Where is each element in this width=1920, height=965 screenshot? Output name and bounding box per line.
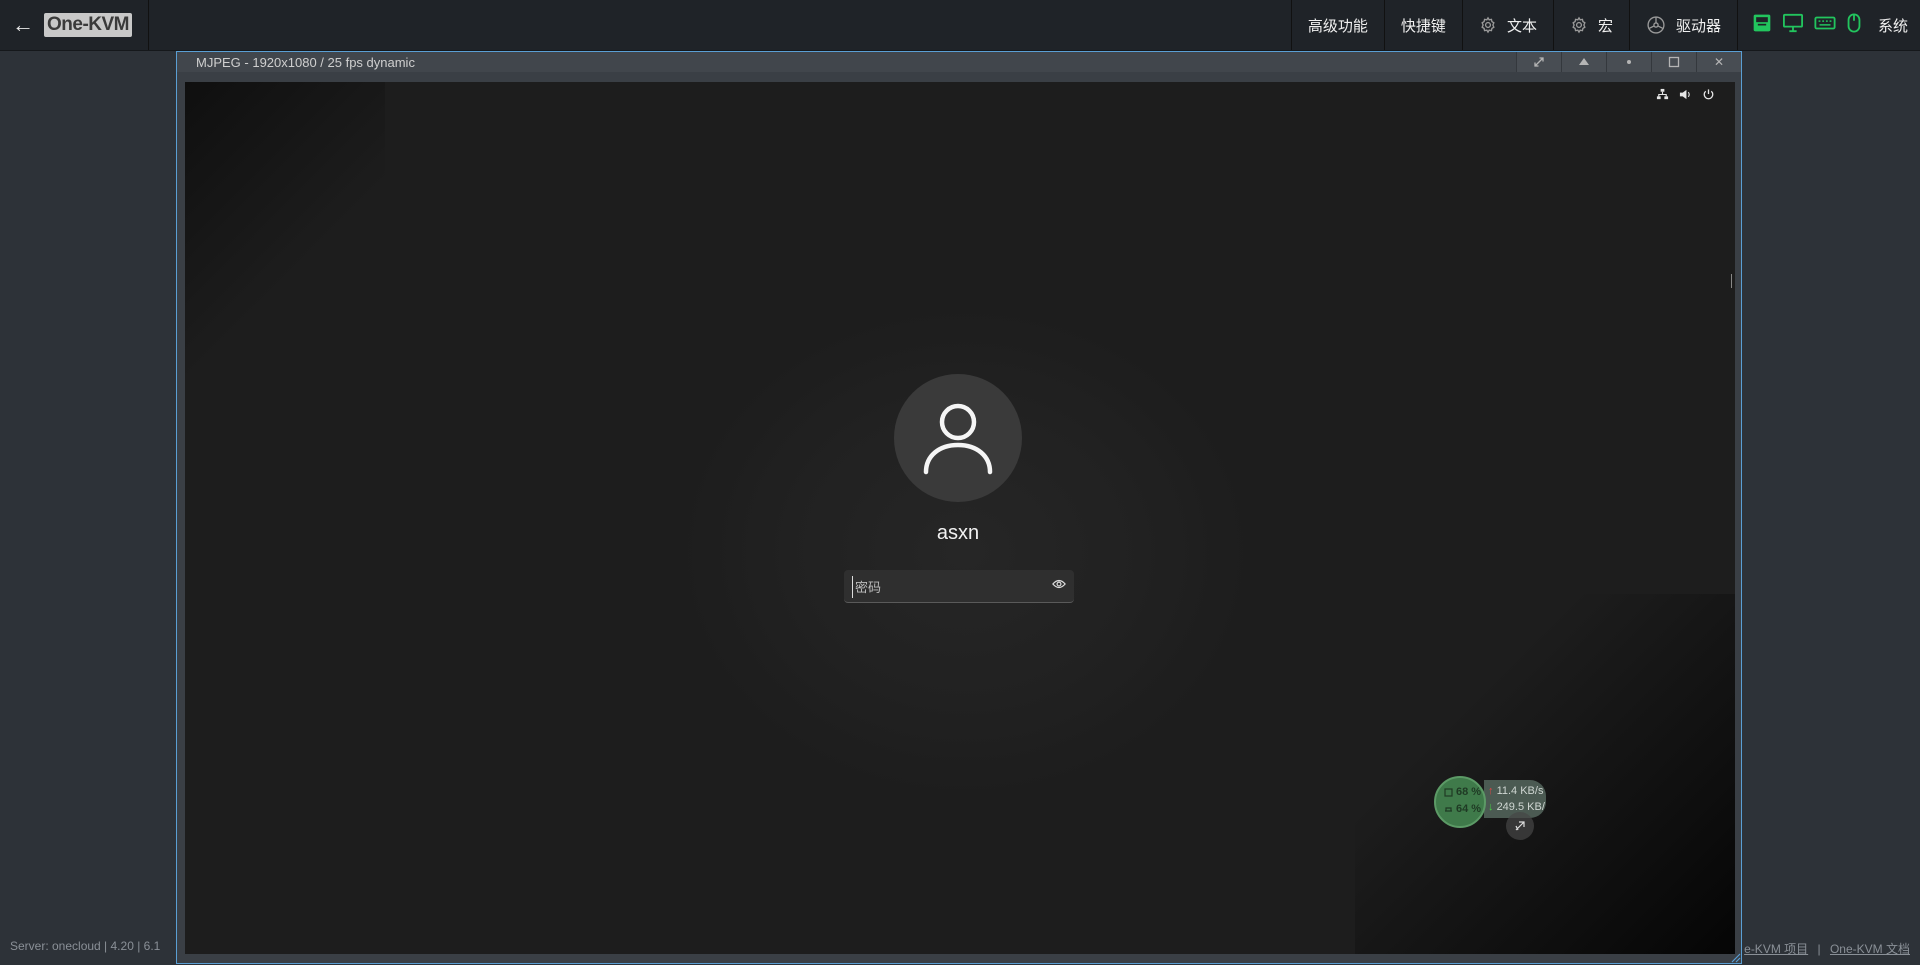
volume-icon[interactable]	[1679, 88, 1692, 106]
login-tray	[1656, 88, 1715, 106]
memory-usage: 64 %	[1456, 803, 1482, 815]
drive-icon	[1646, 15, 1666, 35]
power-icon[interactable]	[1702, 88, 1715, 106]
docs-link[interactable]: One-KVM 文档	[1830, 942, 1910, 956]
keyboard-icon	[1814, 14, 1836, 37]
back-arrow-icon[interactable]: ←	[12, 12, 34, 38]
upload-speed: 11.4 KB/s	[1496, 785, 1544, 797]
macro-label: 宏	[1597, 17, 1613, 35]
ethernet-icon	[1752, 13, 1772, 38]
reveal-password-icon[interactable]	[1052, 578, 1066, 590]
top-navbar: ← One-KVM 高级功能 快捷键 文本 宏 驱动器 系统	[0, 0, 1920, 51]
server-info: Server: onecloud | 4.20 | 6.1	[10, 939, 161, 953]
drive-menu[interactable]: 驱动器	[1628, 0, 1737, 50]
resize-grip-icon[interactable]	[1729, 951, 1741, 963]
advanced-features-menu[interactable]: 高级功能	[1290, 0, 1384, 50]
app-logo: One-KVM	[44, 13, 132, 37]
footer-separator: |	[1817, 942, 1821, 956]
upload-arrow-icon: ↑	[1488, 785, 1494, 797]
text-menu[interactable]: 文本	[1461, 0, 1553, 50]
monitor-icon	[1782, 13, 1804, 38]
advanced-features-label: 高级功能	[1307, 17, 1368, 35]
mouse-icon	[1846, 12, 1862, 38]
user-icon	[923, 403, 993, 475]
system-menu[interactable]: 系统	[1736, 0, 1920, 50]
shortcuts-label: 快捷键	[1400, 17, 1446, 35]
text-label: 文本	[1506, 17, 1537, 35]
project-link[interactable]: e-KVM 项目	[1744, 942, 1808, 956]
password-field[interactable]	[844, 570, 1074, 603]
stream-window-header[interactable]: MJPEG - 1920x1080 / 25 fps dynamic ✕	[177, 52, 1741, 72]
shortcuts-menu[interactable]: 快捷键	[1383, 0, 1462, 50]
memory-icon	[1445, 806, 1452, 812]
user-avatar	[894, 374, 1022, 502]
dot-icon[interactable]	[1606, 52, 1651, 72]
maximize-icon[interactable]	[1651, 52, 1696, 72]
cpu-mem-gauge: 68 % 64 %	[1434, 776, 1486, 828]
network-icon[interactable]	[1656, 88, 1669, 106]
gear-icon	[1479, 16, 1497, 34]
password-input[interactable]	[852, 576, 1037, 598]
download-arrow-icon: ↓	[1488, 801, 1494, 813]
expand-icon[interactable]	[1516, 52, 1561, 72]
window-controls: ✕	[1516, 52, 1741, 72]
brand-area: ← One-KVM	[0, 0, 149, 50]
stream-title: MJPEG - 1920x1080 / 25 fps dynamic	[196, 55, 415, 70]
footer-links: e-KVM 项目 | One-KVM 文档	[1744, 940, 1910, 957]
text-cursor-icon	[1731, 274, 1735, 288]
close-icon[interactable]: ✕	[1696, 52, 1741, 72]
rocket-icon[interactable]	[1506, 812, 1534, 840]
gear-icon	[1570, 16, 1588, 34]
nav-menu: 高级功能 快捷键 文本 宏 驱动器 系统	[1290, 0, 1920, 50]
drive-label: 驱动器	[1675, 17, 1721, 35]
macro-menu[interactable]: 宏	[1552, 0, 1629, 50]
cpu-usage: 68 %	[1456, 786, 1482, 798]
eject-icon[interactable]	[1561, 52, 1606, 72]
screen-shadow-bottom-right	[1355, 594, 1735, 954]
remote-screen[interactable]: asxn	[185, 82, 1735, 954]
cpu-icon	[1444, 787, 1453, 797]
system-label: 系统	[1877, 17, 1908, 35]
screen-shadow-top-left	[185, 82, 385, 382]
username-label: asxn	[936, 522, 980, 544]
